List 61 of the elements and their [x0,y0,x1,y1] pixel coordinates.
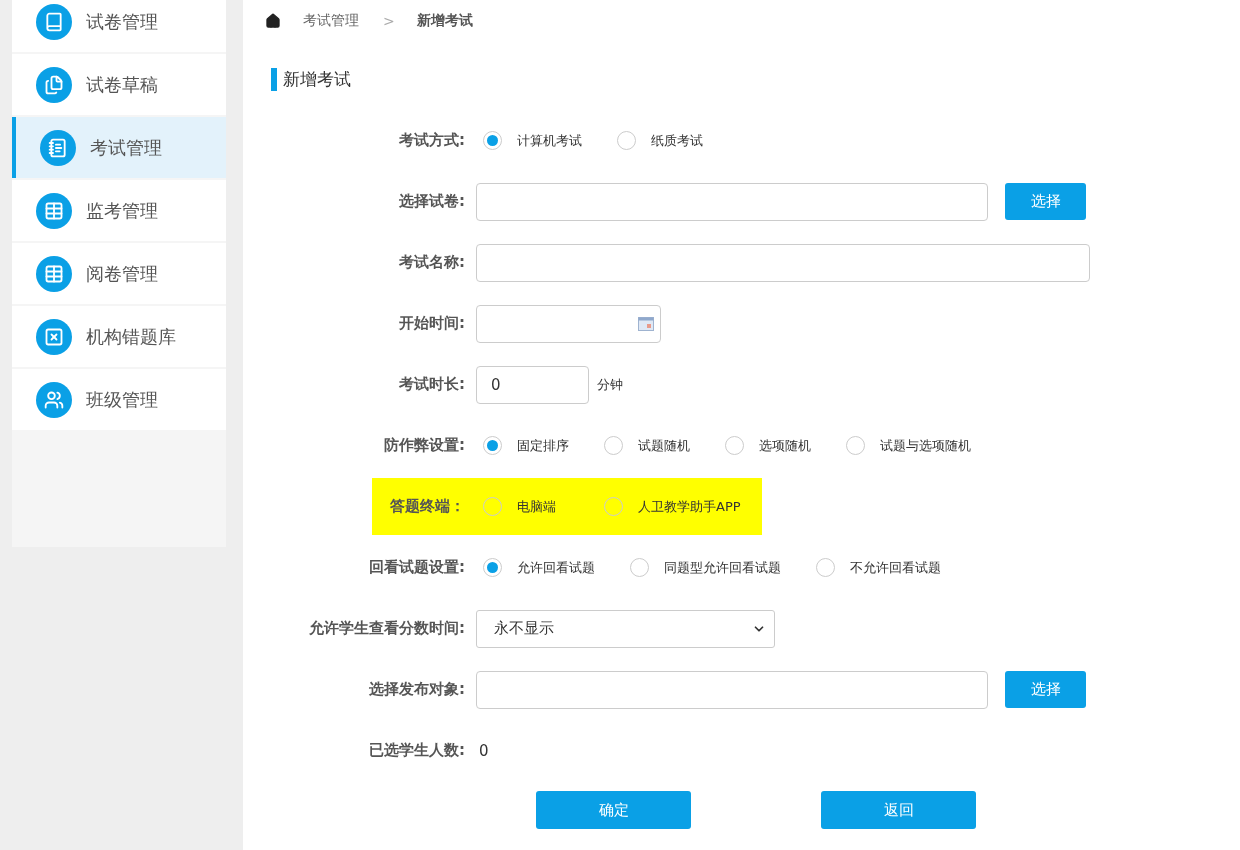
radio-option[interactable]: 不允许回看试题 [809,558,969,577]
calendar-icon[interactable] [638,316,654,331]
option-label: 试题与选项随机 [880,436,971,455]
input-field[interactable] [476,670,988,709]
sidebar-item[interactable]: 考试管理 [12,117,226,178]
sidebar-item[interactable]: 试卷草稿 [12,54,226,115]
field-label: 已选学生人数: [368,741,465,760]
radio-option[interactable]: 固定排序 [476,436,597,455]
radio-option[interactable]: 计算机考试 [476,131,610,150]
radio-option[interactable]: 试题与选项随机 [839,436,999,455]
radio-option[interactable]: 电脑端 [476,497,597,516]
breadcrumb-current: 新增考试 [416,12,473,30]
field-label: 回看试题设置: [368,558,465,577]
field-label: 答题终端： [389,497,465,516]
option-label: 固定排序 [517,436,569,455]
x-box-icon [36,318,72,355]
field-label: 考试时长: [398,375,465,394]
sidebar-item[interactable]: 阅卷管理 [12,243,226,304]
unit-label: 分钟 [597,375,623,394]
section-title: 新增考试 [271,68,1240,91]
select-field[interactable]: 永不显示 [476,609,775,648]
option-label: 电脑端 [517,497,556,516]
option-label: 选项随机 [759,436,811,455]
option-label: 人卫教学助手APP [638,497,741,516]
radio-option[interactable]: 人卫教学助手APP [597,497,769,516]
documents-icon [36,66,72,103]
sidebar-item[interactable]: 监考管理 [12,180,226,241]
field-label: 选择发布对象: [368,680,465,699]
sidebar-item[interactable]: 机构错题库 [12,306,226,367]
field-label: 防作弊设置: [383,436,465,455]
table-icon [36,192,72,229]
radio-option[interactable]: 允许回看试题 [476,558,623,577]
field-label: 考试名称: [398,253,465,272]
field-label: 选择试卷: [398,192,465,211]
radio-option[interactable]: 纸质考试 [610,131,731,150]
option-label: 同题型允许回看试题 [664,558,781,577]
option-label: 不允许回看试题 [850,558,941,577]
breadcrumb-separator: > [383,13,395,29]
notepad-icon [40,129,76,166]
option-label: 纸质考试 [651,131,703,150]
home-icon[interactable] [265,13,281,29]
option-label: 允许回看试题 [517,558,595,577]
input-field[interactable] [476,182,988,221]
table-icon [36,255,72,292]
field-label: 开始时间: [398,314,465,333]
sidebar-item[interactable]: 班级管理 [12,369,226,430]
field-label: 考试方式: [398,131,465,150]
date-field[interactable] [476,304,661,343]
radio-option[interactable]: 试题随机 [597,436,718,455]
users-icon [36,381,72,418]
radio-option[interactable]: 同题型允许回看试题 [623,558,809,577]
input-field[interactable] [476,243,1090,282]
field-label: 允许学生查看分数时间: [308,619,465,638]
count-value: 0 [479,741,489,760]
option-label: 计算机考试 [517,131,582,150]
breadcrumb-link[interactable]: 考试管理 [303,12,359,30]
option-label: 试题随机 [638,436,690,455]
duration-field[interactable]: 0 [476,365,589,404]
radio-option[interactable]: 选项随机 [718,436,839,455]
sidebar-item[interactable]: 试卷管理 [12,0,226,52]
book-icon [36,3,72,40]
